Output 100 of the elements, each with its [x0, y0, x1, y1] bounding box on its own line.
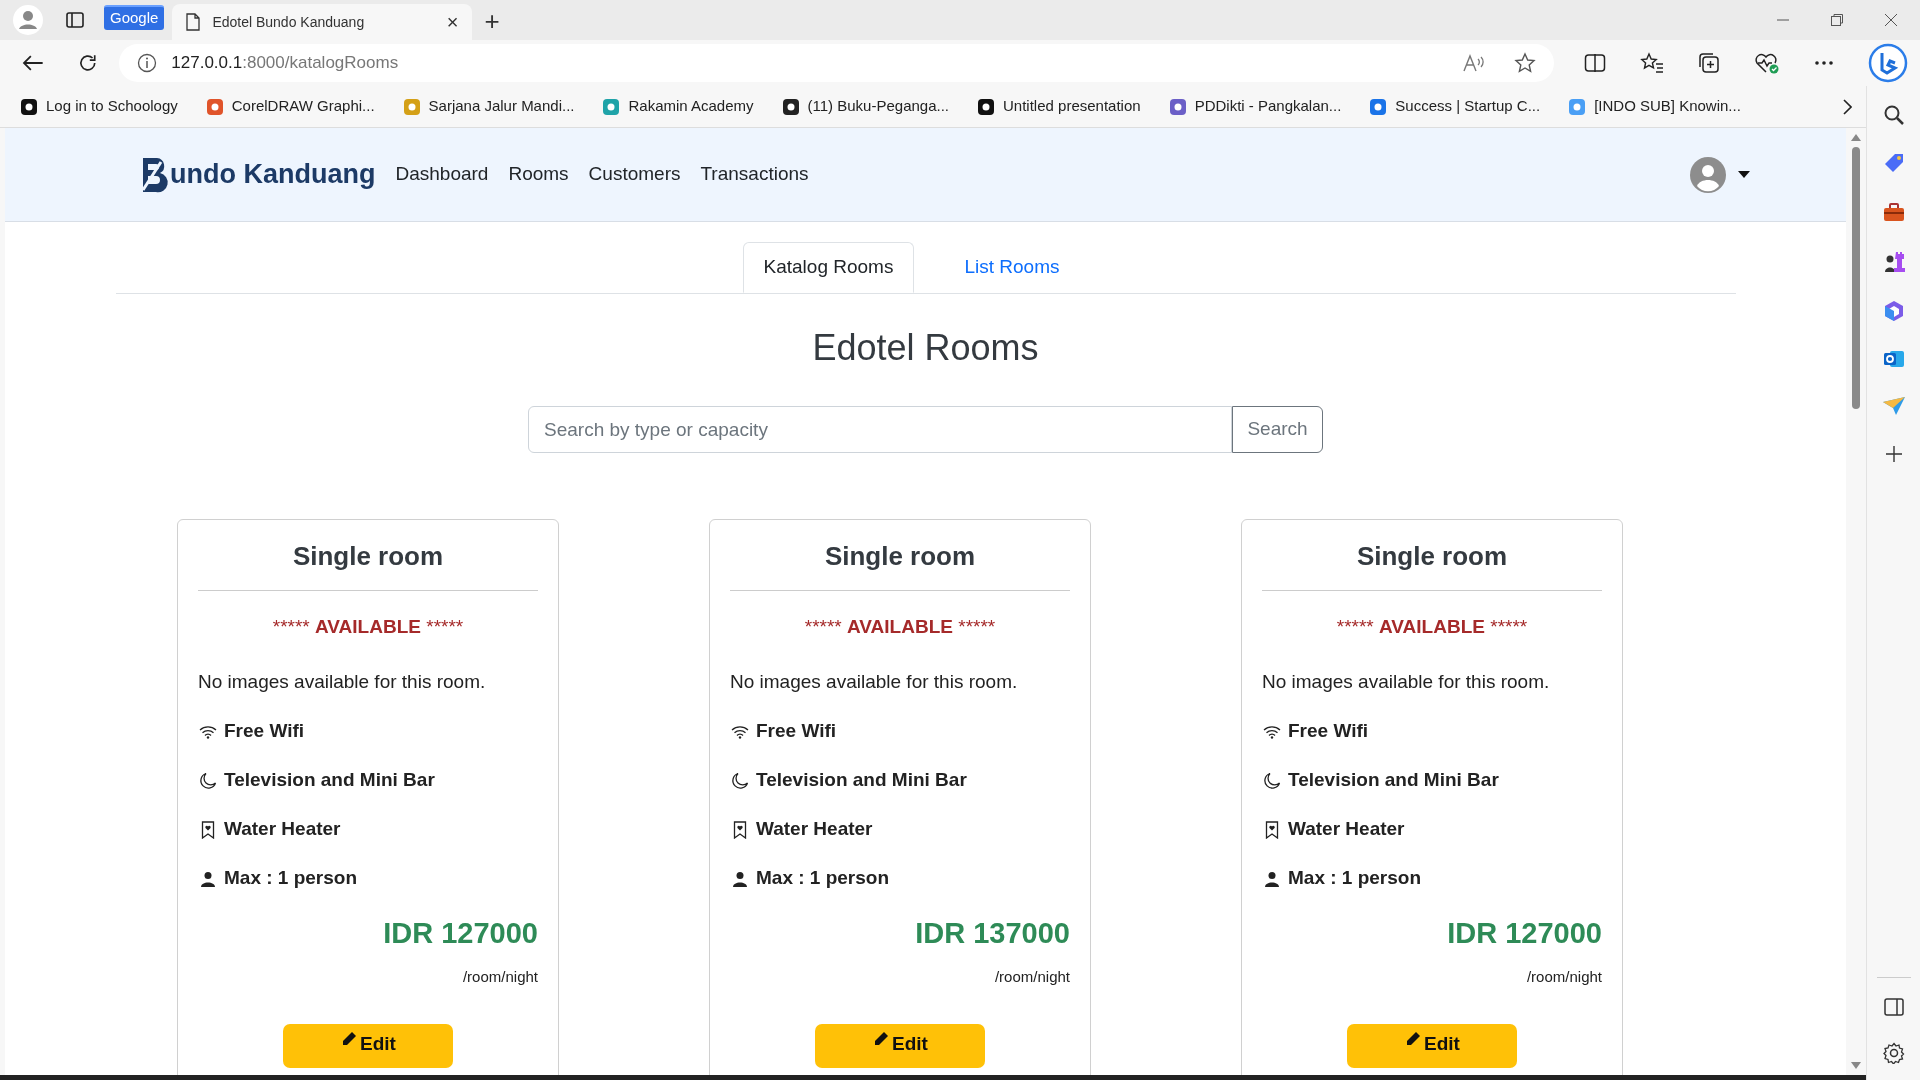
bookmark-item[interactable]: CorelDRAW Graphi... [203, 91, 377, 122]
close-icon[interactable] [1884, 13, 1898, 27]
restore-icon[interactable] [1830, 13, 1844, 27]
user-avatar-icon[interactable] [1690, 156, 1726, 193]
back-icon[interactable] [22, 54, 44, 72]
no-images-note: No images available for this room. [730, 669, 1019, 694]
page-tab[interactable]: Katalog Rooms [742, 242, 915, 293]
room-name: Single room [1262, 538, 1602, 591]
scrollbar-thumb[interactable] [1852, 147, 1860, 409]
pencil-icon [1404, 1030, 1423, 1048]
settings-icon[interactable] [1882, 1042, 1905, 1064]
scroll-down-icon[interactable] [1851, 1062, 1861, 1069]
person-icon [732, 870, 748, 887]
feature-label: Max : 1 person [224, 866, 358, 891]
address-bar[interactable]: 127.0.0.1:8000/katalogRooms [119, 44, 1554, 82]
bookmark-item[interactable]: Sarjana Jalur Mandi... [400, 91, 577, 122]
split-screen-icon[interactable] [1584, 53, 1606, 73]
price-unit: /room/night [1525, 966, 1602, 987]
scroll-up-icon[interactable] [1851, 134, 1861, 141]
bookmark-item[interactable]: PDDikti - Pangkalan... [1166, 91, 1344, 122]
bookmark-heart-icon [1265, 820, 1279, 839]
paper-plane-icon[interactable] [1881, 396, 1906, 416]
edit-button[interactable]: Edit [1347, 1024, 1517, 1068]
browser-tab[interactable]: Edotel Bundo Kanduang × [172, 4, 473, 40]
nav-link[interactable]: Rooms [498, 152, 579, 197]
bookmark-item[interactable]: Rakamin Academy [600, 91, 756, 122]
price-unit: /room/night [993, 966, 1070, 987]
no-images-note: No images available for this room. [1262, 669, 1551, 694]
feature-label: Free Wifi [224, 719, 305, 744]
search-icon[interactable] [1882, 104, 1905, 126]
info-icon[interactable] [137, 53, 158, 73]
new-tab-button[interactable]: + [484, 8, 500, 34]
sidebar-toggle-icon[interactable] [1883, 998, 1904, 1016]
feature-label: Max : 1 person [1288, 866, 1422, 891]
feature-label: Free Wifi [756, 719, 837, 744]
moon-icon [199, 771, 217, 790]
dropdown-caret-icon[interactable] [1738, 171, 1750, 178]
person-icon [200, 870, 216, 887]
feature-label: Water Heater [224, 817, 341, 842]
bookmark-item[interactable]: Success | Startup C... [1367, 91, 1543, 122]
bookmark-item[interactable]: Log in to Schoology [18, 91, 180, 122]
nav-link[interactable]: Customers [578, 152, 691, 197]
room-price: IDR 127000 [382, 916, 538, 951]
tab-actions-icon[interactable] [66, 11, 84, 29]
bookmark-heart-icon [733, 820, 747, 839]
wifi-icon [731, 724, 749, 739]
page-icon [186, 13, 201, 31]
logo-icon [140, 155, 170, 194]
read-aloud-icon[interactable] [1462, 53, 1486, 73]
moon-icon [731, 771, 749, 790]
room-price: IDR 127000 [1446, 916, 1602, 951]
tab-group-label[interactable]: Google [104, 5, 165, 30]
favorites-icon[interactable] [1640, 52, 1664, 74]
profile-icon[interactable] [12, 4, 44, 36]
feature-label: Water Heater [756, 817, 873, 842]
wifi-icon [1263, 724, 1281, 739]
pencil-icon [340, 1030, 359, 1048]
edit-button[interactable]: Edit [815, 1024, 985, 1068]
edit-button[interactable]: Edit [283, 1024, 453, 1068]
page-tab[interactable]: List Rooms [914, 242, 1110, 293]
wifi-icon [199, 724, 217, 739]
bookmark-item[interactable]: Untitled presentation [975, 91, 1143, 122]
moon-icon [1263, 771, 1281, 790]
bookmark-item[interactable]: (11) Buku-Peganga... [779, 91, 952, 122]
room-name: Single room [198, 538, 538, 591]
price-unit: /room/night [461, 966, 538, 987]
search-button[interactable]: Search [1232, 406, 1323, 453]
feature-label: Max : 1 person [756, 866, 890, 891]
person-icon [1264, 870, 1280, 887]
browser-essentials-icon[interactable] [1754, 52, 1780, 74]
feature-label: Water Heater [1288, 817, 1405, 842]
bookmark-item[interactable]: [INDO SUB] Knowin... [1566, 91, 1743, 122]
pencil-icon [872, 1030, 891, 1048]
scrollbar[interactable] [1846, 128, 1866, 1075]
chess-pieces-icon[interactable] [1882, 250, 1905, 274]
feature-label: Television and Mini Bar [224, 768, 435, 793]
more-bookmarks-icon[interactable] [1842, 98, 1852, 115]
brand-name[interactable]: undo Kanduang [170, 154, 376, 195]
room-price: IDR 137000 [914, 916, 1070, 951]
feature-label: Television and Mini Bar [756, 768, 967, 793]
search-field[interactable]: Search by type or capacity [528, 406, 1232, 453]
toolbox-icon[interactable] [1882, 202, 1905, 222]
nav-link[interactable]: Transactions [690, 152, 819, 197]
reload-icon[interactable] [77, 53, 98, 73]
close-tab-button[interactable]: × [446, 12, 459, 32]
more-icon[interactable] [1814, 60, 1834, 66]
tab-title: Edotel Bundo Kanduang [212, 12, 366, 32]
feature-label: Free Wifi [1288, 719, 1369, 744]
nav-link[interactable]: Dashboard [385, 152, 499, 197]
no-images-note: No images available for this room. [198, 669, 487, 694]
add-icon[interactable] [1885, 446, 1902, 462]
feature-label: Television and Mini Bar [1288, 768, 1499, 793]
collections-icon[interactable] [1698, 52, 1720, 74]
bookmark-heart-icon [201, 820, 215, 839]
availability-status: ***** AVAILABLE ***** [803, 615, 997, 639]
page-title: Edotel Rooms [811, 326, 1040, 370]
favorite-star-icon[interactable] [1514, 52, 1536, 74]
room-name: Single room [730, 538, 1070, 591]
mail-app-icon[interactable] [1882, 348, 1905, 370]
url-text: 127.0.0.1:8000/katalogRooms [171, 52, 399, 75]
